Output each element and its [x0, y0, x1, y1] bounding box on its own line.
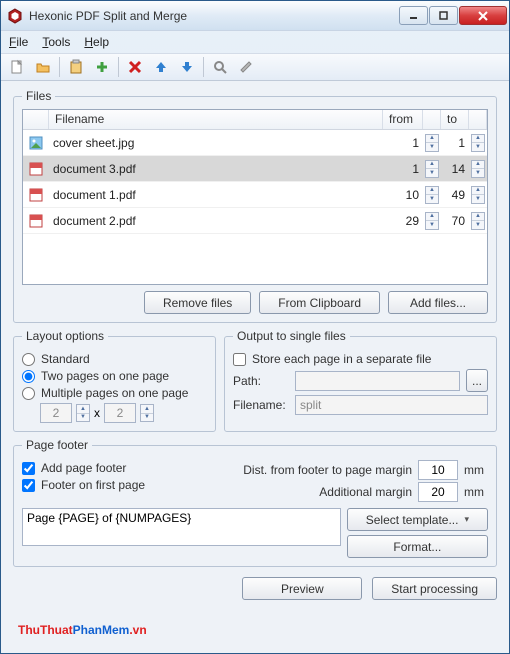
to-value: 70: [441, 214, 469, 228]
toolbar: [1, 53, 509, 81]
output-group: Output to single files Store each page i…: [224, 329, 497, 432]
open-folder-icon[interactable]: [31, 55, 55, 79]
zoom-icon[interactable]: [208, 55, 232, 79]
filename-input: [295, 395, 488, 415]
menu-help[interactable]: Help: [84, 35, 109, 49]
from-value: 1: [383, 162, 423, 176]
table-header: Filename from to: [23, 110, 487, 130]
paste-clipboard-icon[interactable]: [64, 55, 88, 79]
remove-files-button[interactable]: Remove files: [144, 291, 251, 314]
table-row[interactable]: cover sheet.jpg1▲▼1▲▼: [23, 130, 487, 156]
radio-standard[interactable]: [22, 353, 35, 366]
preview-button[interactable]: Preview: [242, 577, 362, 600]
dist-margin-input[interactable]: [418, 460, 458, 480]
file-type-icon: [23, 161, 49, 177]
menu-file[interactable]: File: [9, 35, 28, 49]
additional-margin-input[interactable]: [418, 482, 458, 502]
file-name: cover sheet.jpg: [49, 136, 383, 150]
checkbox-store-separate[interactable]: [233, 353, 246, 366]
radio-two-pages[interactable]: [22, 370, 35, 383]
footer-group: Page footer Add page footer Footer on fi…: [13, 438, 497, 567]
title-bar[interactable]: Hexonic PDF Split and Merge: [1, 1, 509, 31]
spinner: ▲▼: [76, 404, 90, 422]
col-filename[interactable]: Filename: [49, 110, 383, 129]
file-type-icon: [23, 135, 49, 151]
close-button[interactable]: [459, 6, 507, 25]
from-value: 29: [383, 214, 423, 228]
app-icon: [7, 8, 23, 24]
from-value: 1: [383, 136, 423, 150]
arrow-up-icon[interactable]: [149, 55, 173, 79]
arrow-down-icon[interactable]: [175, 55, 199, 79]
add-plus-icon[interactable]: [90, 55, 114, 79]
to-value: 14: [441, 162, 469, 176]
from-spinner[interactable]: ▲▼: [425, 160, 439, 178]
file-name: document 1.pdf: [49, 188, 383, 202]
window-title: Hexonic PDF Split and Merge: [29, 9, 399, 23]
file-table: Filename from to cover sheet.jpg1▲▼1▲▼do…: [22, 109, 488, 285]
from-spinner[interactable]: ▲▼: [425, 186, 439, 204]
table-row[interactable]: document 1.pdf10▲▼49▲▼: [23, 182, 487, 208]
to-spinner[interactable]: ▲▼: [471, 212, 485, 230]
to-spinner[interactable]: ▲▼: [471, 160, 485, 178]
grid-height-input: [104, 403, 136, 423]
file-name: document 2.pdf: [49, 214, 383, 228]
col-to[interactable]: to: [441, 110, 469, 129]
maximize-button[interactable]: [429, 6, 458, 25]
select-template-button[interactable]: Select template...: [347, 508, 488, 531]
file-name: document 3.pdf: [49, 162, 383, 176]
radio-multiple-pages[interactable]: [22, 387, 35, 400]
new-doc-icon[interactable]: [5, 55, 29, 79]
to-value: 1: [441, 136, 469, 150]
from-spinner[interactable]: ▲▼: [425, 134, 439, 152]
add-files-button[interactable]: Add files...: [388, 291, 488, 314]
app-window: Hexonic PDF Split and Merge File Tools H…: [0, 0, 510, 654]
footer-template-input[interactable]: [22, 508, 341, 546]
col-from[interactable]: from: [383, 110, 423, 129]
delete-x-icon[interactable]: [123, 55, 147, 79]
start-processing-button[interactable]: Start processing: [372, 577, 497, 600]
format-button[interactable]: Format...: [347, 535, 488, 558]
file-type-icon: [23, 213, 49, 229]
menu-bar: File Tools Help: [1, 31, 509, 53]
browse-path-button[interactable]: ...: [466, 369, 488, 392]
table-row[interactable]: document 3.pdf1▲▼14▲▼: [23, 156, 487, 182]
table-row[interactable]: document 2.pdf29▲▼70▲▼: [23, 208, 487, 234]
spinner: ▲▼: [140, 404, 154, 422]
files-legend: Files: [22, 89, 55, 103]
to-spinner[interactable]: ▲▼: [471, 186, 485, 204]
checkbox-footer-first-page[interactable]: [22, 479, 35, 492]
files-group: Files Filename from to cover sheet.jpg1▲…: [13, 89, 497, 323]
watermark-text: ThuThuatPhanMem.vn: [18, 614, 147, 640]
menu-tools[interactable]: Tools: [42, 35, 70, 49]
checkbox-add-footer[interactable]: [22, 462, 35, 475]
file-type-icon: [23, 187, 49, 203]
from-value: 10: [383, 188, 423, 202]
minimize-button[interactable]: [399, 6, 428, 25]
grid-width-input: [40, 403, 72, 423]
from-clipboard-button[interactable]: From Clipboard: [259, 291, 380, 314]
settings-icon[interactable]: [234, 55, 258, 79]
from-spinner[interactable]: ▲▼: [425, 212, 439, 230]
to-value: 49: [441, 188, 469, 202]
path-input: [295, 371, 460, 391]
layout-group: Layout options Standard Two pages on one…: [13, 329, 216, 432]
to-spinner[interactable]: ▲▼: [471, 134, 485, 152]
